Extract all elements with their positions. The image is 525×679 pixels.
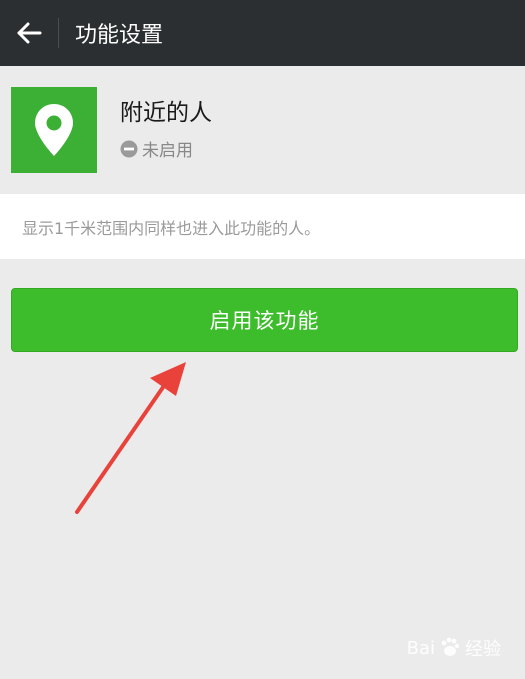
title-divider bbox=[58, 18, 59, 48]
feature-status: 未启用 bbox=[120, 136, 193, 161]
back-button[interactable] bbox=[0, 0, 58, 66]
page-title: 功能设置 bbox=[75, 23, 164, 48]
enable-feature-button[interactable]: 启用该功能 bbox=[11, 288, 518, 352]
top-bar: 功能设置 bbox=[0, 0, 525, 66]
minus-circle-icon bbox=[120, 140, 138, 157]
feature-icon-tile bbox=[11, 87, 97, 173]
description-text: 显示1千米范围内同样也进入此功能的人。 bbox=[22, 218, 321, 238]
location-pin-icon bbox=[35, 104, 73, 156]
watermark-left: Bai bbox=[406, 637, 435, 659]
watermark-right: 经验 bbox=[465, 639, 501, 660]
paw-icon bbox=[441, 637, 460, 656]
description-box: 显示1千米范围内同样也进入此功能的人。 bbox=[0, 194, 525, 259]
app-screen: 功能设置 附近的人 未启用 显示1千米范围内同样也进入此功能的人。 启用该功能 … bbox=[0, 0, 525, 679]
feature-header: 附近的人 未启用 bbox=[0, 66, 525, 194]
arrow-left-icon bbox=[17, 22, 42, 44]
status-label: 未启用 bbox=[142, 141, 193, 161]
watermark: Bai 经验 bbox=[407, 635, 501, 661]
feature-name: 附近的人 bbox=[120, 100, 212, 126]
